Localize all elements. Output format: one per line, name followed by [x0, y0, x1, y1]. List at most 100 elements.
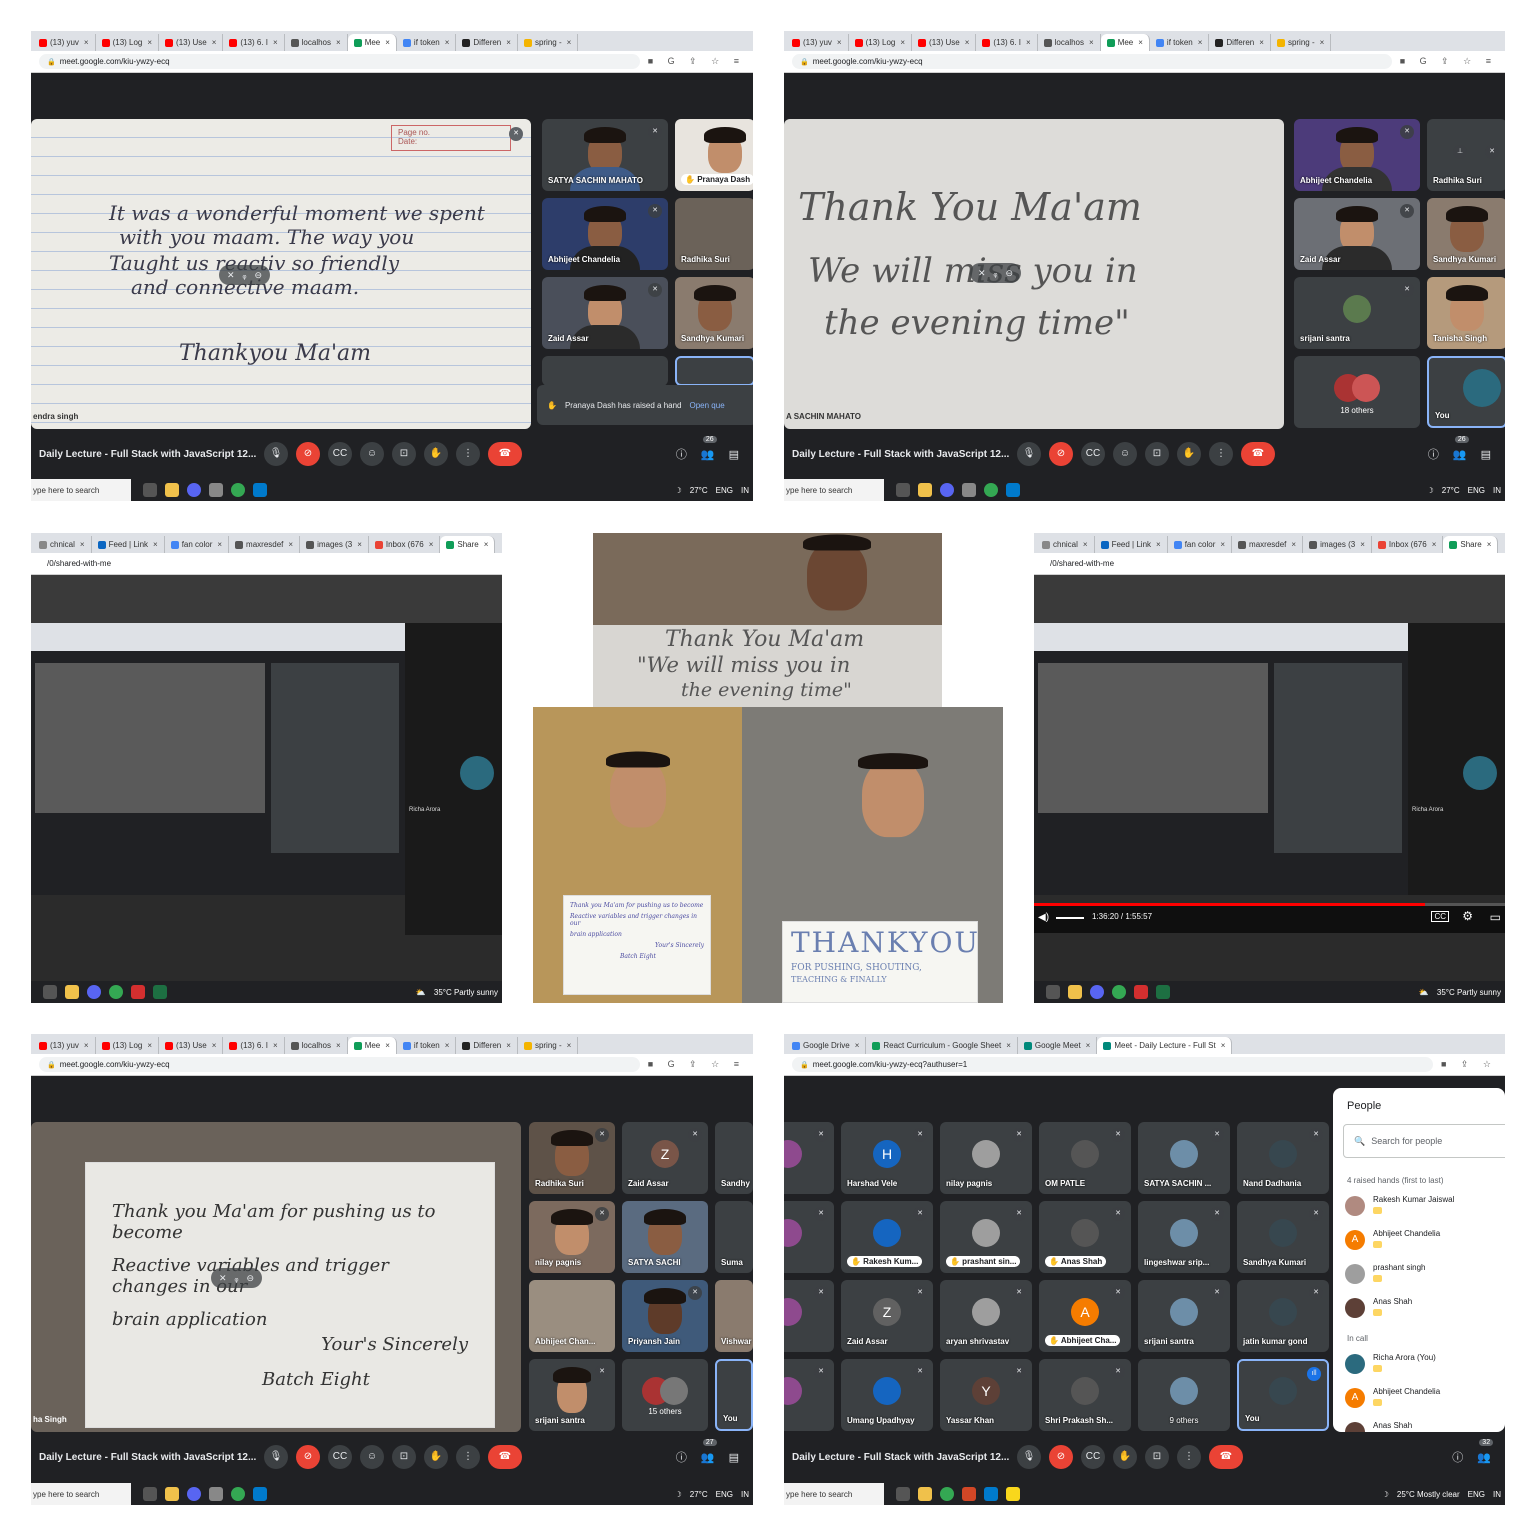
in-call-row[interactable]: AAbhijeet Chandelia✕	[1345, 1384, 1505, 1414]
bookmark-icon[interactable]: ■ G ⇪ ☆ ≡	[648, 1059, 745, 1070]
task-view-icon[interactable]	[143, 483, 157, 497]
close-tab-icon[interactable]: ×	[484, 540, 489, 549]
participant-tile[interactable]: ✕ OM PATLE	[1039, 1122, 1131, 1194]
mic-button[interactable]: 🎙	[1017, 1445, 1041, 1469]
acrobat-icon[interactable]	[131, 985, 145, 999]
browser-tab[interactable]: localhos ×	[285, 1037, 348, 1054]
chat-icon[interactable]: ▤	[729, 448, 739, 461]
close-tab-icon[interactable]: ×	[84, 1041, 89, 1050]
close-tab-icon[interactable]: ×	[1220, 540, 1225, 549]
close-tab-icon[interactable]: ×	[147, 38, 152, 47]
browser-tab[interactable]: (13) Use ×	[159, 34, 224, 51]
chrome-icon[interactable]	[231, 483, 245, 497]
browser-tab[interactable]: Mee ×	[1100, 34, 1150, 51]
participant-tile[interactable]: ✕ jatin kumar gond	[1237, 1280, 1329, 1352]
close-tab-icon[interactable]: ×	[1006, 1041, 1011, 1050]
leave-call-button[interactable]: ☎	[1241, 442, 1275, 466]
camera-off-button[interactable]: ⊘	[1049, 442, 1073, 466]
close-tab-icon[interactable]: ×	[1198, 38, 1203, 47]
browser-tab[interactable]: if token ×	[397, 34, 457, 51]
participant-tile[interactable]: Y ✕ Yassar Khan	[940, 1359, 1032, 1431]
close-tab-icon[interactable]: ×	[1432, 540, 1437, 549]
chrome-icon[interactable]	[1112, 985, 1126, 999]
browser-tab[interactable]: spring - ×	[1271, 34, 1332, 51]
volume-icon[interactable]: ◀)	[1038, 912, 1049, 923]
vscode-icon[interactable]	[1006, 483, 1020, 497]
close-tab-icon[interactable]: ×	[357, 540, 362, 549]
browser-tab[interactable]: fan color ×	[165, 536, 230, 553]
participant-tile[interactable]: ✕ Priyansh Jain	[622, 1280, 708, 1352]
participant-tile[interactable]: ✕ srijani santra	[529, 1359, 615, 1431]
chrome-icon[interactable]	[984, 483, 998, 497]
file-explorer-icon[interactable]	[165, 1487, 179, 1501]
close-tab-icon[interactable]: ×	[837, 38, 842, 47]
browser-tab[interactable]: fan color ×	[1168, 536, 1233, 553]
participant-tile[interactable]: ✕ aryan shrivastav	[940, 1280, 1032, 1352]
bookmark-icon[interactable]: ■ G ⇪ ☆ ≡	[648, 56, 745, 67]
close-tab-icon[interactable]: ×	[1026, 38, 1031, 47]
emoji-button[interactable]: ☺	[1113, 442, 1137, 466]
participant-tile[interactable]: ✕ SATYA SACHIN ...	[1138, 1122, 1230, 1194]
close-tab-icon[interactable]: ×	[1089, 38, 1094, 47]
close-tab-icon[interactable]: ×	[1156, 540, 1161, 549]
present-button[interactable]: ⊡	[392, 1445, 416, 1469]
info-icon[interactable]: ⓘ	[1452, 1449, 1463, 1465]
file-explorer-icon[interactable]	[65, 985, 79, 999]
url-field[interactable]: 🔒 meet.google.com/kiu-ywzy-ecq?authuser=1	[792, 1057, 1433, 1072]
browser-tab[interactable]: (13) 6. I ×	[223, 34, 285, 51]
browser-tab[interactable]: (13) yuv ×	[33, 34, 96, 51]
more-options-button[interactable]: ⋮	[456, 1445, 480, 1469]
close-tab-icon[interactable]: ×	[1259, 38, 1264, 47]
close-tab-icon[interactable]: ×	[385, 1041, 390, 1050]
participant-tile[interactable]: Abhijeet Chan...	[529, 1280, 615, 1352]
tile-controls[interactable]: ✕ ᵩ ⊖	[219, 265, 271, 285]
close-tab-icon[interactable]: ×	[385, 38, 390, 47]
chat-icon[interactable]: ▤	[729, 1451, 739, 1464]
present-button[interactable]: ⊡	[1145, 1445, 1169, 1469]
chrome-icon[interactable]	[109, 985, 123, 999]
close-tab-icon[interactable]: ×	[1138, 38, 1143, 47]
in-call-row[interactable]: Richa Arora (You)ıll	[1345, 1350, 1505, 1380]
participant-tile[interactable]: ✕ Zaid Assar	[542, 277, 668, 349]
participant-tile[interactable]: ✕ srijani santra	[1294, 277, 1420, 349]
participant-tile[interactable]: ✕ Abhijeet Chandelia	[1294, 119, 1420, 191]
browser-tab[interactable]: (13) Log ×	[849, 34, 913, 51]
close-tab-icon[interactable]: ×	[1487, 540, 1492, 549]
participant-tile[interactable]: ✕ Zaid Assar	[1294, 198, 1420, 270]
info-icon[interactable]: ⓘ	[1428, 446, 1439, 462]
close-tab-icon[interactable]: ×	[900, 38, 905, 47]
close-tab-icon[interactable]: ×	[567, 1041, 572, 1050]
close-tab-icon[interactable]: ×	[429, 540, 434, 549]
close-tab-icon[interactable]: ×	[1320, 38, 1325, 47]
chat-icon[interactable]: ▤	[1481, 448, 1491, 461]
captions-button[interactable]: CC	[328, 1445, 352, 1469]
participant-tile[interactable]: ✕Singhal	[784, 1201, 834, 1273]
settings-icon[interactable]	[209, 1487, 223, 1501]
close-tab-icon[interactable]: ×	[217, 540, 222, 549]
participant-tile[interactable]: ✕ ✋ Anas Shah	[1039, 1201, 1131, 1273]
close-tab-icon[interactable]: ×	[336, 38, 341, 47]
raise-hand-button[interactable]: ✋	[424, 442, 448, 466]
others-tile[interactable]: 15 others	[622, 1359, 708, 1431]
info-icon[interactable]: ⓘ	[676, 446, 687, 462]
participant-tile[interactable]: ✕ lingeshwar srip...	[1138, 1201, 1230, 1273]
camera-off-button[interactable]: ⊘	[296, 1445, 320, 1469]
close-tab-icon[interactable]: ×	[273, 38, 278, 47]
participant-tile[interactable]: ✕ ✋ Rakesh Kum...	[841, 1201, 933, 1273]
participant-tile[interactable]: ✕ SATYA SACHIN MAHATO	[542, 119, 668, 191]
leave-call-button[interactable]: ☎	[488, 1445, 522, 1469]
participant-tile[interactable]: ✕Sharma	[784, 1122, 834, 1194]
close-tab-icon[interactable]: ×	[80, 540, 85, 549]
participant-tile[interactable]: Suma	[715, 1201, 753, 1273]
close-tab-icon[interactable]: ×	[273, 1041, 278, 1050]
file-explorer-icon[interactable]	[1068, 985, 1082, 999]
raised-hand-row[interactable]: Anas Shah	[1345, 1294, 1505, 1324]
browser-tab[interactable]: maxresdef ×	[1232, 536, 1304, 553]
tile-controls[interactable]: ✕ ᵩ ⊖	[211, 1268, 263, 1288]
close-tab-icon[interactable]: ×	[506, 1041, 511, 1050]
in-call-row[interactable]: Anas Shah	[1345, 1418, 1505, 1432]
participant-tile[interactable]: H ✕ Harshad Vele	[841, 1122, 933, 1194]
participant-tile[interactable]: ✕uri	[784, 1359, 834, 1431]
browser-tab[interactable]: if token ×	[397, 1037, 457, 1054]
remove-icon[interactable]: ⊖	[1006, 268, 1014, 279]
